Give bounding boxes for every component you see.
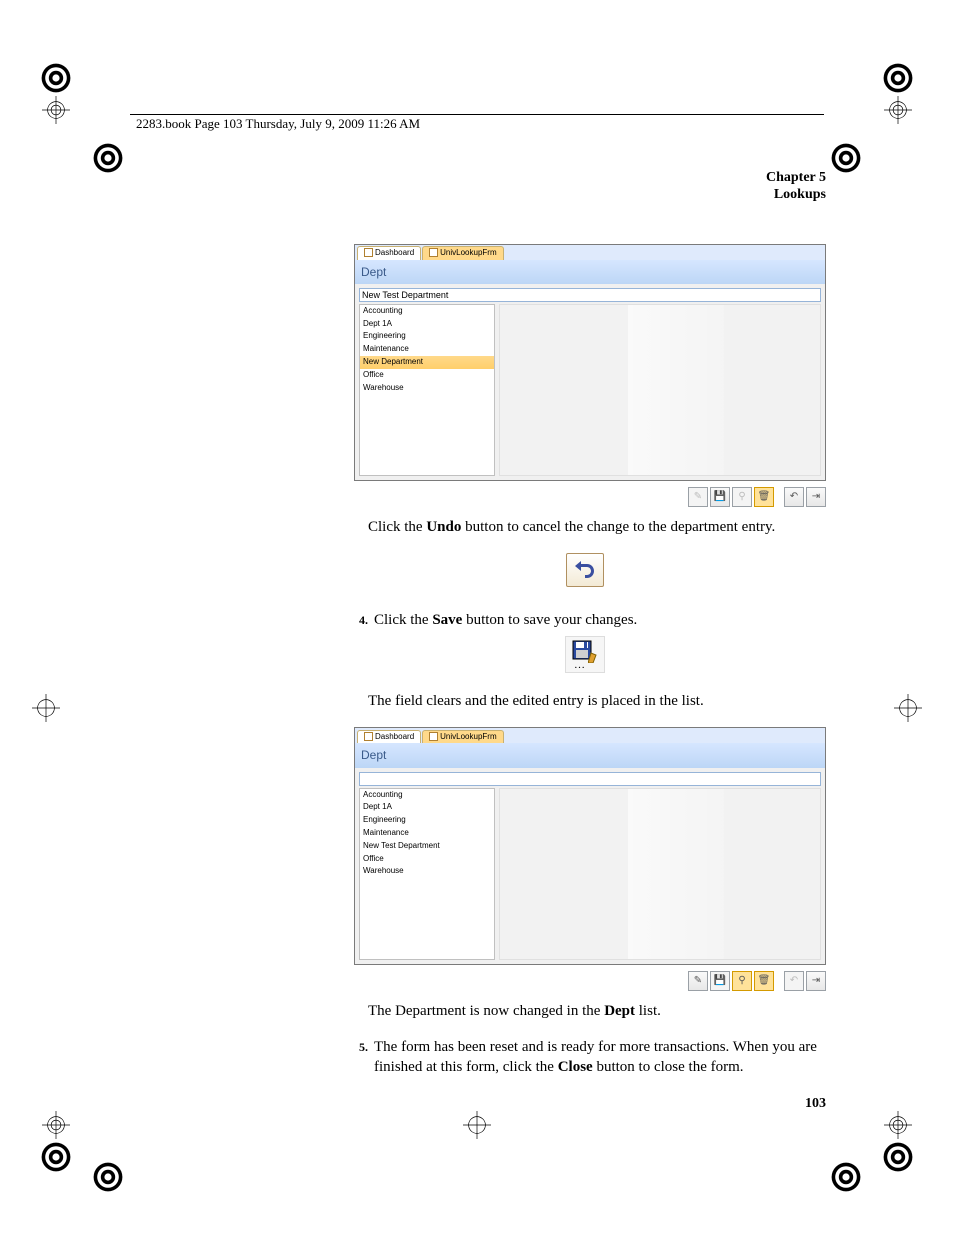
corner-target-icon (90, 140, 126, 176)
corner-target-icon (880, 1139, 916, 1175)
close-button[interactable]: ⇥ (806, 971, 826, 991)
dept-name-input[interactable] (359, 288, 821, 302)
crop-mark-icon (42, 96, 70, 124)
close-button[interactable]: ⇥ (806, 487, 826, 507)
filter-button[interactable]: ⚲ (732, 487, 752, 507)
chapter-title: Lookups (344, 187, 826, 204)
text: button to save your changes. (462, 612, 637, 628)
chapter-heading: Chapter 5 Lookups (344, 170, 826, 204)
screenshot-dept-edit: Dashboard UnivLookupFrm Dept AccountingD… (354, 244, 826, 481)
toolbar: ✎ 💾 ⚲ 🗑 ↶ ⇥ (344, 971, 826, 991)
step-4: 4. Click the Save button to save your ch… (344, 610, 826, 630)
page-number: 103 (344, 1095, 826, 1114)
screenshot-dept-saved: Dashboard UnivLookupFrm Dept AccountingD… (354, 727, 826, 964)
corner-target-icon (38, 60, 74, 96)
new-button[interactable]: ✎ (688, 971, 708, 991)
corner-target-icon (828, 1159, 864, 1195)
list-item[interactable]: Dept 1A (360, 318, 494, 331)
text-bold: Dept (604, 1003, 635, 1019)
undo-button[interactable]: ↶ (784, 487, 804, 507)
list-empty-area (499, 304, 821, 476)
save-button-illustration: … (565, 636, 605, 673)
text-bold: Close (558, 1059, 593, 1075)
undo-button-illustration (566, 553, 604, 587)
list-panel: AccountingDept 1AEngineeringMaintenanceN… (355, 788, 825, 964)
step-number: 4. (344, 610, 368, 630)
undo-button[interactable]: ↶ (784, 971, 804, 991)
step-number: 5. (344, 1037, 368, 1078)
text: The Department is now changed in the (368, 1003, 604, 1019)
text: button to cancel the change to the depar… (461, 519, 775, 535)
chapter-number: Chapter 5 (344, 170, 826, 187)
list-item[interactable]: Engineering (360, 814, 494, 827)
list-item[interactable]: Warehouse (360, 382, 494, 395)
filter-button[interactable]: ⚲ (732, 971, 752, 991)
text: list. (635, 1003, 661, 1019)
toolbar-spacer (776, 971, 782, 991)
tab-univlookupfrm[interactable]: UnivLookupFrm (422, 246, 503, 260)
list-item[interactable]: Accounting (360, 305, 494, 318)
list-panel: AccountingDept 1AEngineeringMaintenanceN… (355, 304, 825, 480)
delete-button[interactable]: 🗑 (754, 971, 774, 991)
tab-label: Dashboard (375, 248, 414, 257)
list-item[interactable]: Office (360, 369, 494, 382)
save-button[interactable]: 💾 (710, 487, 730, 507)
list-empty-area (499, 788, 821, 960)
list-item[interactable]: Maintenance (360, 827, 494, 840)
header-rule (130, 114, 824, 115)
paragraph: The Department is now changed in the Dep… (368, 1001, 826, 1021)
text: Click the (374, 612, 432, 628)
paragraph: Click the Undo button to cancel the chan… (368, 517, 826, 537)
list-item[interactable]: Dept 1A (360, 801, 494, 814)
crop-mark-icon (32, 694, 60, 722)
tab-dashboard[interactable]: Dashboard (357, 246, 421, 260)
crop-mark-icon (463, 1111, 491, 1139)
form-title: Dept (355, 743, 825, 767)
filter-row (355, 284, 825, 304)
tab-strip: Dashboard UnivLookupFrm (355, 245, 825, 260)
text: button to close the form. (593, 1059, 744, 1075)
list-item[interactable]: Office (360, 853, 494, 866)
crop-mark-icon (42, 1111, 70, 1139)
dept-name-input[interactable] (359, 772, 821, 786)
list-item[interactable]: New Test Department (360, 840, 494, 853)
list-item[interactable]: Engineering (360, 330, 494, 343)
paragraph: The field clears and the edited entry is… (368, 691, 826, 711)
tab-dashboard[interactable]: Dashboard (357, 730, 421, 744)
filter-row (355, 768, 825, 788)
page-content: Chapter 5 Lookups Dashboard UnivLookupFr… (344, 170, 826, 1114)
running-header: 2283.book Page 103 Thursday, July 9, 200… (136, 116, 420, 132)
crop-mark-icon (894, 694, 922, 722)
toolbar-spacer (776, 487, 782, 507)
corner-target-icon (90, 1159, 126, 1195)
corner-target-icon (38, 1139, 74, 1175)
text: Click the (368, 519, 426, 535)
step-5: 5. The form has been reset and is ready … (344, 1037, 826, 1078)
corner-target-icon (828, 140, 864, 176)
toolbar: ✎ 💾 ⚲ 🗑 ↶ ⇥ (344, 487, 826, 507)
tab-strip: Dashboard UnivLookupFrm (355, 728, 825, 743)
dept-list[interactable]: AccountingDept 1AEngineeringMaintenanceN… (359, 304, 495, 476)
tab-label: UnivLookupFrm (440, 248, 496, 257)
tab-univlookupfrm[interactable]: UnivLookupFrm (422, 730, 503, 744)
text-bold: Undo (426, 519, 461, 535)
ellipsis: … (572, 662, 598, 669)
list-item[interactable]: Accounting (360, 789, 494, 802)
crop-mark-icon (884, 96, 912, 124)
corner-target-icon (880, 60, 916, 96)
dept-list[interactable]: AccountingDept 1AEngineeringMaintenanceN… (359, 788, 495, 960)
list-item[interactable]: Maintenance (360, 343, 494, 356)
text-bold: Save (432, 612, 462, 628)
tab-label: UnivLookupFrm (440, 732, 496, 741)
list-item[interactable]: New Department (360, 356, 494, 369)
tab-label: Dashboard (375, 732, 414, 741)
save-button[interactable]: 💾 (710, 971, 730, 991)
form-title: Dept (355, 260, 825, 284)
crop-mark-icon (884, 1111, 912, 1139)
delete-button[interactable]: 🗑 (754, 487, 774, 507)
new-button[interactable]: ✎ (688, 487, 708, 507)
list-item[interactable]: Warehouse (360, 865, 494, 878)
